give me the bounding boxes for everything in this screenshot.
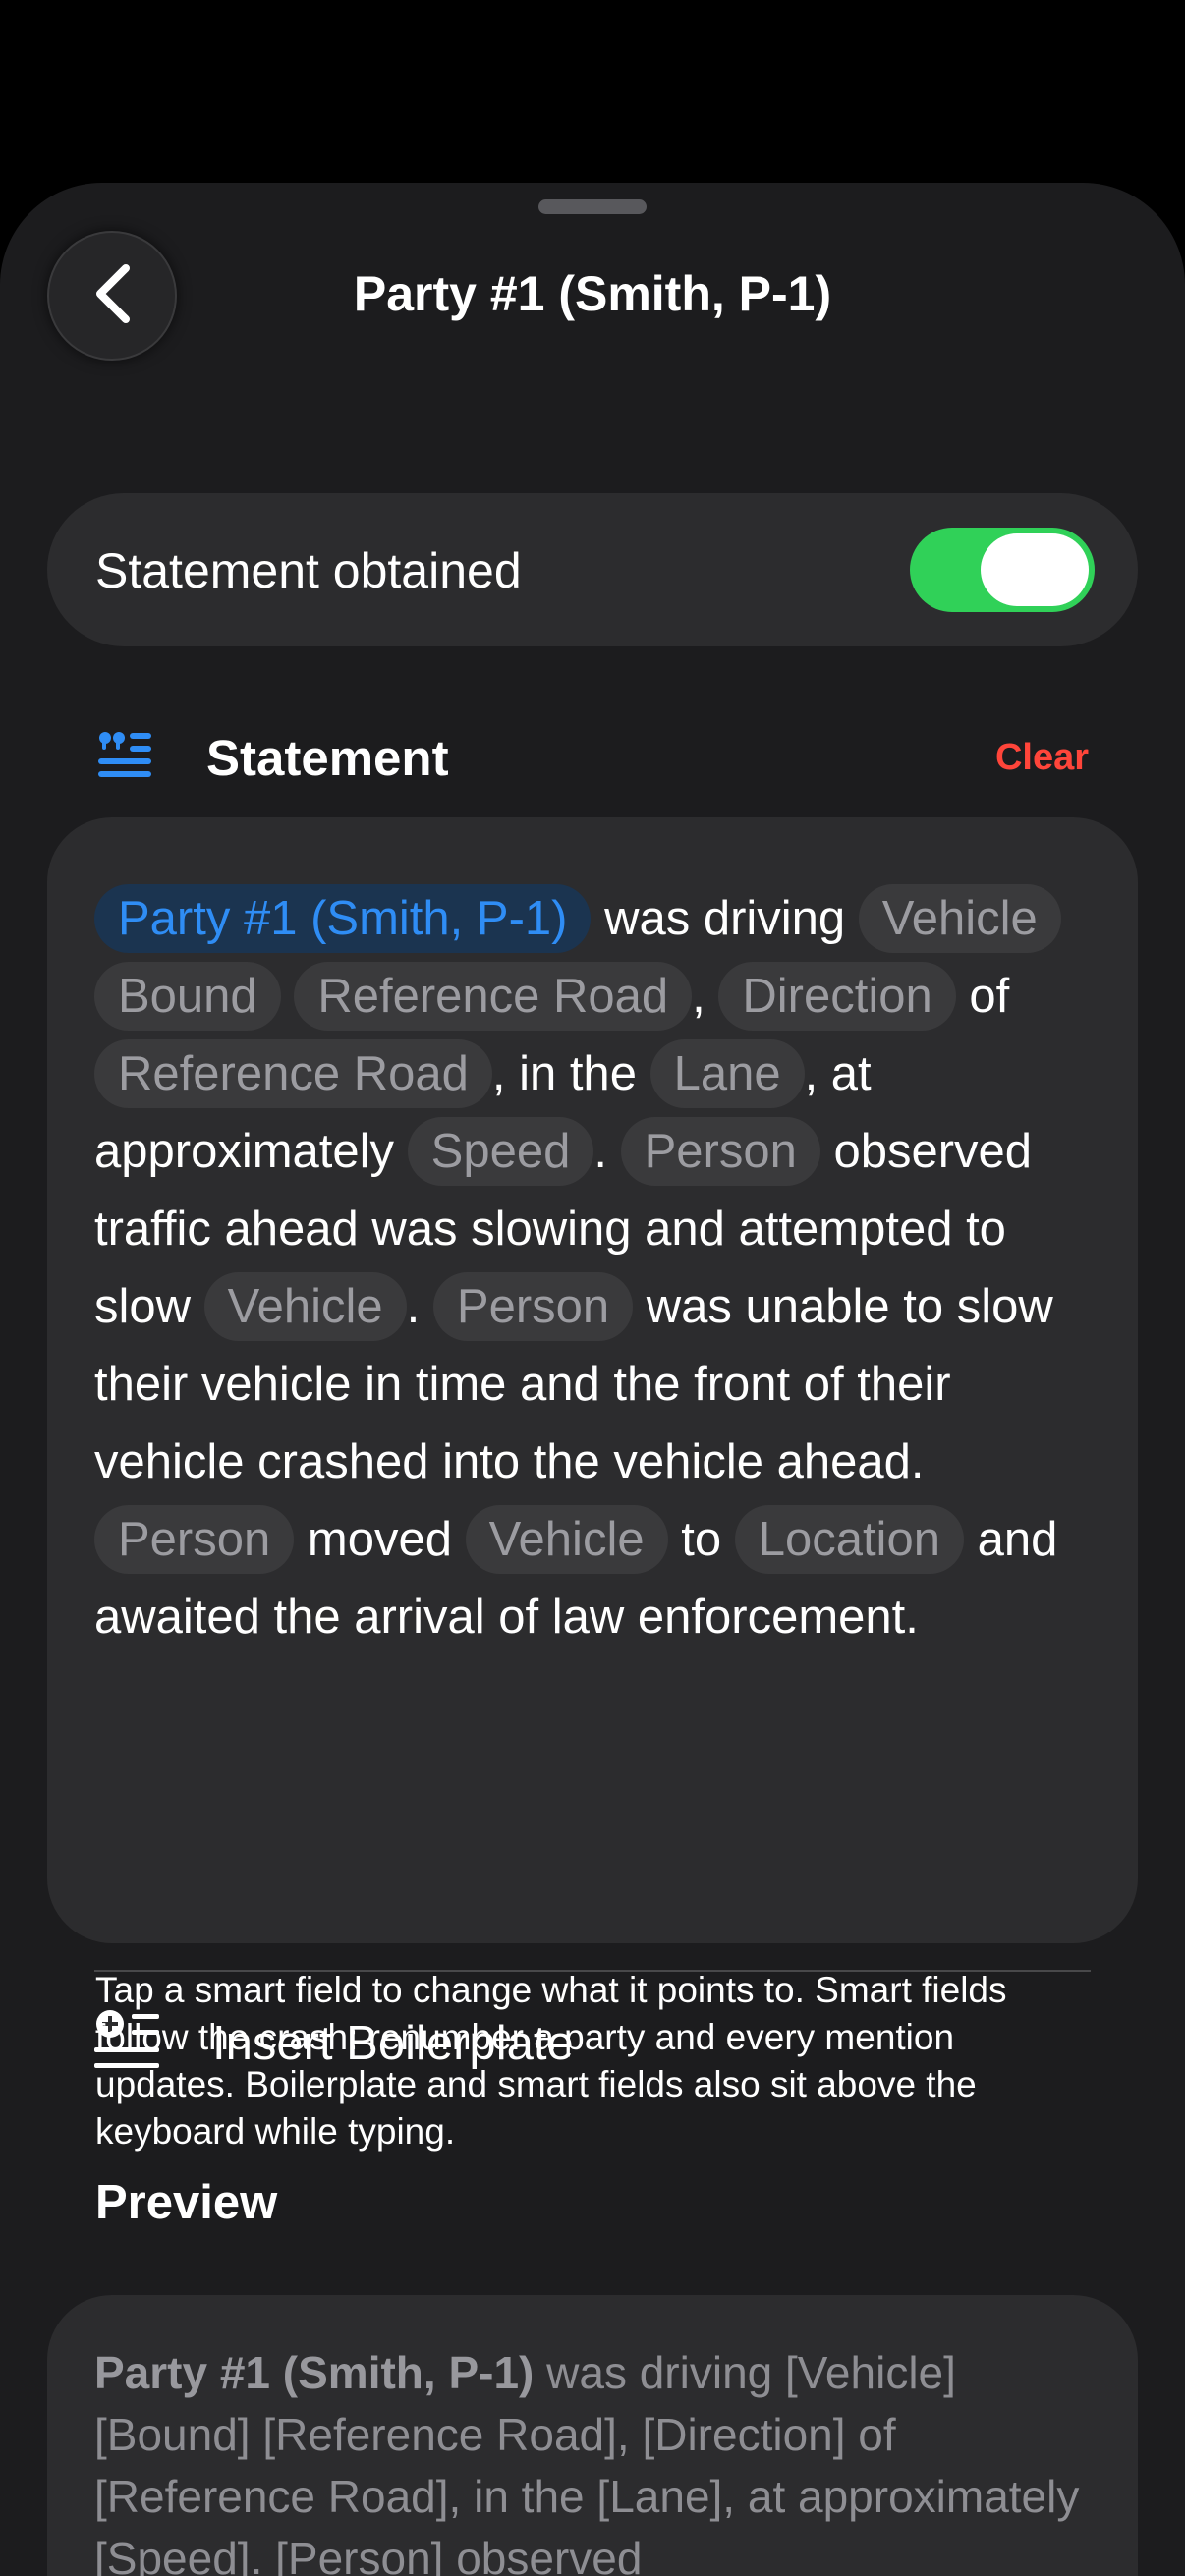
page-title: Party #1 (Smith, P-1): [353, 266, 832, 321]
preview-card: Party #1 (Smith, P-1) was driving [Vehic…: [47, 2295, 1138, 2576]
helper-text: Tap a smart field to change what it poin…: [95, 1970, 1007, 2152]
smart-field-chip[interactable]: Location: [734, 1505, 964, 1574]
smart-field-chip[interactable]: Direction: [718, 962, 956, 1031]
statement-text-run: ,: [692, 970, 719, 1023]
smart-field-chip[interactable]: Vehicle: [203, 1272, 407, 1341]
smart-field-chip[interactable]: Vehicle: [858, 884, 1061, 953]
party-smart-field[interactable]: Party #1 (Smith, P-1): [94, 884, 592, 953]
smart-field-chip[interactable]: Bound: [94, 962, 281, 1031]
chevron-left-icon: [90, 262, 134, 330]
preview-heading: Preview: [95, 2176, 278, 2229]
smart-field-chip[interactable]: Person: [94, 1505, 295, 1574]
toggle-knob: [981, 533, 1089, 606]
statement-obtained-toggle[interactable]: [910, 528, 1095, 612]
smart-field-chip[interactable]: Lane: [649, 1039, 805, 1108]
preview-party-name: Party #1 (Smith, P-1): [94, 2347, 535, 2398]
statement-text-run: [281, 970, 295, 1023]
quote-lines-icon: [98, 729, 153, 783]
smart-field-chip[interactable]: Reference Road: [294, 962, 693, 1031]
statement-editor[interactable]: Party #1 (Smith, P-1) was driving Vehicl…: [47, 817, 1138, 2070]
smart-field-chip[interactable]: Speed: [407, 1117, 594, 1186]
statement-text[interactable]: Party #1 (Smith, P-1) was driving Vehicl…: [94, 880, 1097, 1656]
statement-obtained-row: Statement obtained: [47, 493, 1138, 646]
preview-text: Party #1 (Smith, P-1) was driving [Vehic…: [94, 2342, 1097, 2576]
statement-text-run: .: [406, 1280, 433, 1333]
back-button[interactable]: [47, 231, 177, 361]
statement-text-run: of: [955, 970, 1010, 1023]
smart-field-chip[interactable]: Person: [620, 1117, 820, 1186]
statement-heading: Statement: [206, 730, 449, 786]
smart-field-chip[interactable]: Person: [432, 1272, 634, 1341]
sheet: Party #1 (Smith, P-1) Statement obtained…: [0, 183, 1185, 2576]
smart-field-chip[interactable]: Vehicle: [465, 1505, 668, 1574]
statement-text-run: .: [593, 1125, 621, 1178]
statement-text-run: moved: [294, 1513, 466, 1566]
statement-text-run: to: [667, 1513, 735, 1566]
smart-field-chip[interactable]: Reference Road: [94, 1039, 492, 1108]
sheet-grabber[interactable]: [538, 199, 647, 214]
statement-text-run: was driving: [591, 892, 859, 945]
statement-obtained-label: Statement obtained: [95, 543, 522, 598]
statement-text-run: , in the: [491, 1047, 650, 1100]
clear-button[interactable]: Clear: [995, 737, 1089, 779]
